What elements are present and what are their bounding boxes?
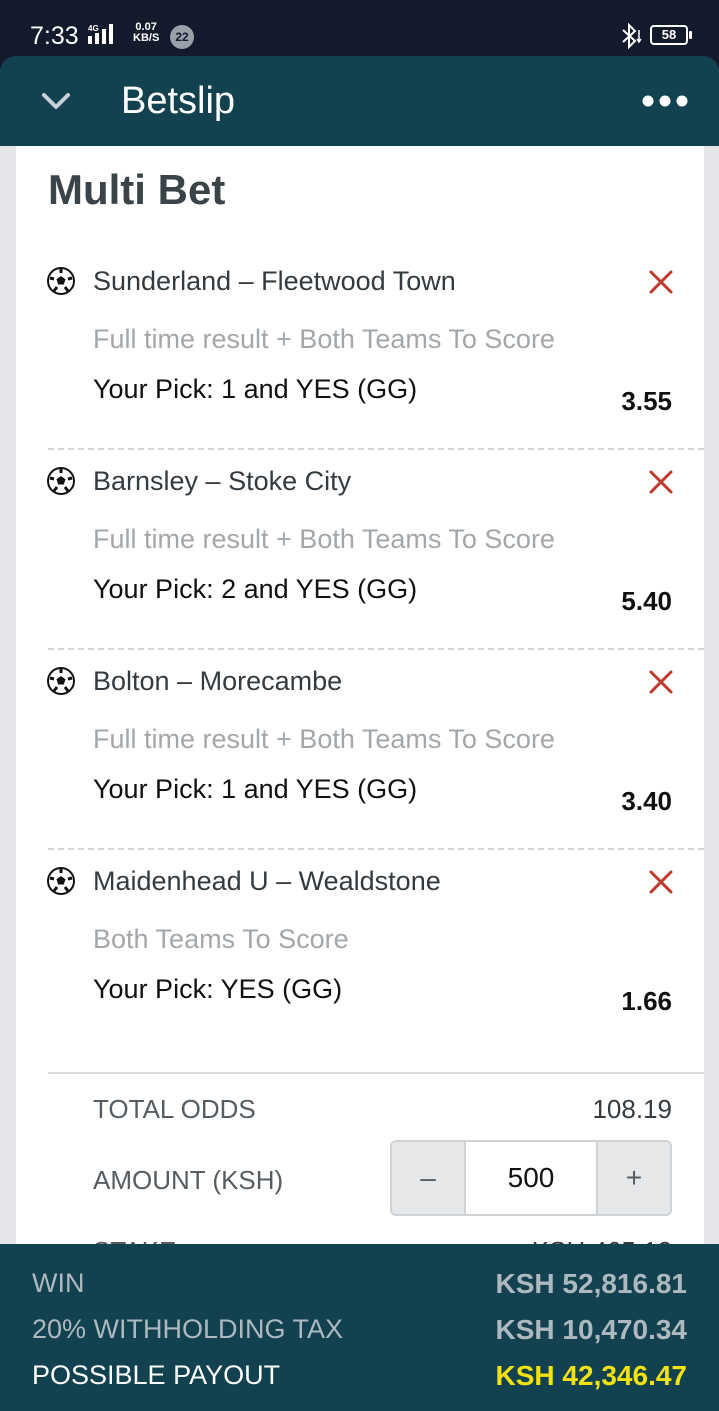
soccer-ball-icon [47,667,75,695]
amount-stepper: – + [390,1140,672,1216]
battery-indicator: 58 [650,25,692,45]
total-odds-label: TOTAL ODDS [93,1094,256,1124]
network-speed-unit: KB/S [133,32,160,44]
payout-summary: WIN KSH 52,816.81 20% WITHHOLDING TAX KS… [0,1244,719,1411]
market-name: Full time result + Both Teams To Score [93,324,555,354]
selection-divider [48,448,704,450]
selection-odds: 3.40 [621,786,672,816]
network-speed: 0.07 KB/S [133,22,159,44]
more-options-icon[interactable] [642,90,688,112]
your-pick: Your Pick: 2 and YES (GG) [93,574,418,604]
selection-divider [48,648,704,650]
market-name: Full time result + Both Teams To Score [93,524,555,554]
total-odds-value: 108.19 [592,1094,672,1124]
possible-payout-value: KSH 42,346.47 [495,1360,687,1391]
your-pick: Your Pick: YES (GG) [93,974,343,1004]
withholding-tax-value: KSH 10,470.34 [495,1314,687,1345]
selection-odds: 3.55 [621,386,672,416]
svg-text:4G: 4G [88,24,99,33]
withholding-tax-label: 20% WITHHOLDING TAX [32,1314,344,1344]
match-name: Sunderland – Fleetwood Town [93,266,456,296]
selection-odds: 5.40 [621,586,672,616]
status-time: 7:33 [30,22,79,50]
increase-amount-button[interactable]: + [596,1142,670,1214]
bet-type-title: Multi Bet [48,166,226,213]
match-name: Barnsley – Stoke City [93,466,352,496]
remove-selection-close-icon[interactable] [646,867,676,897]
decrease-amount-button[interactable]: – [392,1142,466,1214]
soccer-ball-icon [47,467,75,495]
remove-selection-close-icon[interactable] [646,467,676,497]
selection-odds: 1.66 [621,986,672,1016]
win-value: KSH 52,816.81 [495,1268,687,1299]
your-pick: Your Pick: 1 and YES (GG) [93,774,418,804]
soccer-ball-icon [47,267,75,295]
match-name: Maidenhead U – Wealdstone [93,866,441,896]
remove-selection-close-icon[interactable] [646,667,676,697]
market-name: Both Teams To Score [93,924,349,954]
bluetooth-icon [622,22,642,50]
win-label: WIN [32,1268,85,1298]
summary-divider [48,1072,704,1074]
selection-divider [48,848,704,850]
match-name: Bolton – Morecambe [93,666,343,696]
signal-icon: 4G [88,24,113,44]
soccer-ball-icon [47,867,75,895]
notification-badge: 22 [170,25,194,49]
betslip-card: Multi Bet Sunderland – Fleetwood Town Fu… [16,146,704,1246]
page-title: Betslip [121,80,236,122]
possible-payout-label: POSSIBLE PAYOUT [32,1360,281,1390]
chevron-down-icon[interactable] [38,86,74,116]
amount-input[interactable] [466,1142,596,1214]
betslip-header: Betslip [0,56,719,146]
your-pick: Your Pick: 1 and YES (GG) [93,374,418,404]
remove-selection-close-icon[interactable] [646,267,676,297]
market-name: Full time result + Both Teams To Score [93,724,555,754]
amount-label: AMOUNT (KSH) [93,1165,284,1195]
